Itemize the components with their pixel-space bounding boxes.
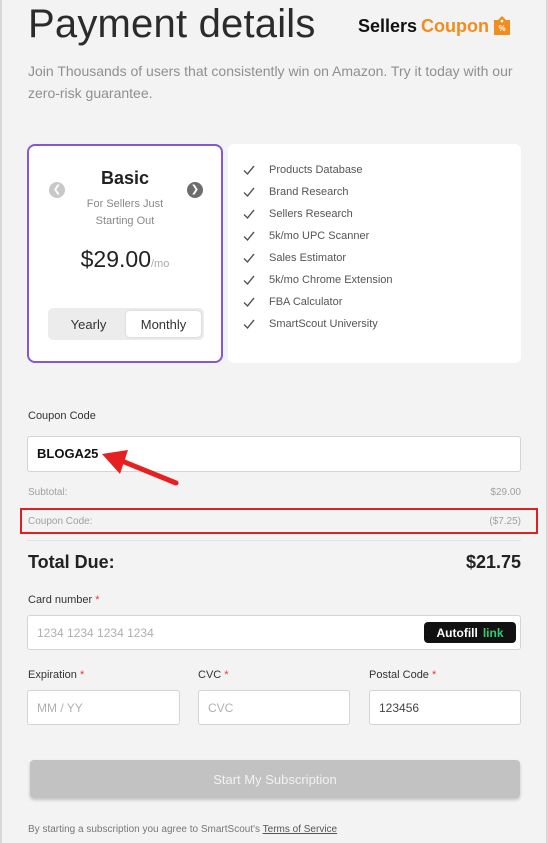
feature-item: 5k/mo Chrome Extension xyxy=(242,269,393,291)
brand-logo: Sellers Coupon % xyxy=(358,15,511,37)
feature-label: Products Database xyxy=(269,164,363,176)
card-number-label: Card number * xyxy=(28,594,100,606)
cvc-label-text: CVC xyxy=(198,669,222,681)
postal-code-label: Postal Code * xyxy=(369,669,436,681)
expiration-label: Expiration * xyxy=(28,669,84,681)
feature-item: Sales Estimator xyxy=(242,247,346,269)
subtotal-value: $29.00 xyxy=(490,487,521,498)
check-icon xyxy=(243,253,255,264)
plan-price-period: /mo xyxy=(151,258,170,270)
postal-code-value: 123456 xyxy=(379,700,420,715)
autofill-link-button[interactable]: Autofill link xyxy=(424,622,516,643)
plan-name: Basic xyxy=(100,168,150,188)
required-mark: * xyxy=(95,594,100,606)
plan-price-amount: $29.00 xyxy=(80,246,151,272)
billing-option-yearly[interactable]: Yearly xyxy=(51,311,126,337)
feature-label: 5k/mo Chrome Extension xyxy=(269,274,393,286)
billing-option-monthly[interactable]: Monthly xyxy=(126,311,201,337)
brand-name: Sellers xyxy=(358,15,418,36)
total-due-label: Total Due: xyxy=(28,552,115,572)
feature-item: Sellers Research xyxy=(242,203,353,225)
coupon-highlight-box xyxy=(20,508,538,534)
check-icon xyxy=(243,275,255,286)
feature-label: SmartScout University xyxy=(269,318,378,330)
feature-item: FBA Calculator xyxy=(242,291,342,313)
required-mark: * xyxy=(432,669,437,681)
coupon-discount-label: Coupon Code: xyxy=(28,516,93,527)
card-number-placeholder: 1234 1234 1234 1234 xyxy=(37,625,154,640)
cvc-input[interactable]: CVC xyxy=(198,690,350,725)
autofill-label: Autofill xyxy=(436,625,478,640)
terms-of-service-link[interactable]: Terms of Service xyxy=(263,824,337,835)
postal-code-input[interactable]: 123456 xyxy=(369,690,521,725)
coupon-tag-icon: % xyxy=(494,16,511,35)
expiration-input[interactable]: MM / YY xyxy=(27,690,180,725)
check-icon xyxy=(243,187,255,198)
required-mark: * xyxy=(79,669,85,681)
plan-card[interactable]: ❮ ❯ Basic For Sellers Just Starting Out … xyxy=(27,144,223,363)
page-title: Payment details xyxy=(28,2,316,46)
feature-list: Products Database Brand Research Sellers… xyxy=(228,144,521,363)
feature-label: FBA Calculator xyxy=(269,296,343,308)
expiration-label-text: Expiration xyxy=(28,669,77,681)
feature-label: Sellers Research xyxy=(269,208,353,220)
check-icon xyxy=(243,297,255,308)
billing-toggle: Yearly Monthly xyxy=(48,308,204,340)
terms-text: By starting a subscription you agree to … xyxy=(28,824,337,835)
plan-description-text: For Sellers Just Starting Out xyxy=(86,198,164,227)
terms-text-body: By starting a subscription you agree to … xyxy=(28,824,261,835)
left-edge xyxy=(0,0,2,843)
total-due-value: $21.75 xyxy=(465,552,521,572)
feature-label: 5k/mo UPC Scanner xyxy=(269,230,370,242)
start-subscription-button[interactable]: Start My Subscription xyxy=(30,760,520,798)
plan-price: $29.00/mo xyxy=(29,246,221,273)
brand-accent: Coupon xyxy=(421,15,490,36)
feature-label: Brand Research xyxy=(269,186,349,198)
postal-code-label-text: Postal Code xyxy=(369,669,429,681)
autofill-link-label: link xyxy=(482,625,504,640)
feature-item: SmartScout University xyxy=(242,313,378,335)
required-mark: * xyxy=(224,669,229,681)
check-icon xyxy=(243,209,255,220)
feature-label: Sales Estimator xyxy=(269,252,347,264)
check-icon xyxy=(243,231,255,242)
payment-page: Payment details Sellers Coupon % Join Th… xyxy=(0,0,548,843)
feature-item: Brand Research xyxy=(242,181,349,203)
red-arrow-icon xyxy=(102,450,179,486)
expiration-placeholder: MM / YY xyxy=(37,700,83,715)
summary-divider xyxy=(27,540,521,541)
check-icon xyxy=(243,165,255,176)
coupon-discount-value: ($7.25) xyxy=(489,516,521,527)
feature-item: 5k/mo UPC Scanner xyxy=(242,225,369,247)
page-subtitle: Join Thousands of users that consistentl… xyxy=(28,63,513,101)
subtotal-label: Subtotal: xyxy=(28,487,68,498)
cvc-placeholder: CVC xyxy=(208,700,234,715)
cvc-label: CVC * xyxy=(198,669,229,681)
card-number-label-text: Card number xyxy=(28,594,93,606)
feature-item: Products Database xyxy=(242,159,363,181)
check-icon xyxy=(243,319,255,330)
coupon-code-label: Coupon Code xyxy=(28,410,96,422)
svg-text:%: % xyxy=(498,24,505,33)
plan-description: For Sellers Just Starting Out xyxy=(29,196,221,230)
